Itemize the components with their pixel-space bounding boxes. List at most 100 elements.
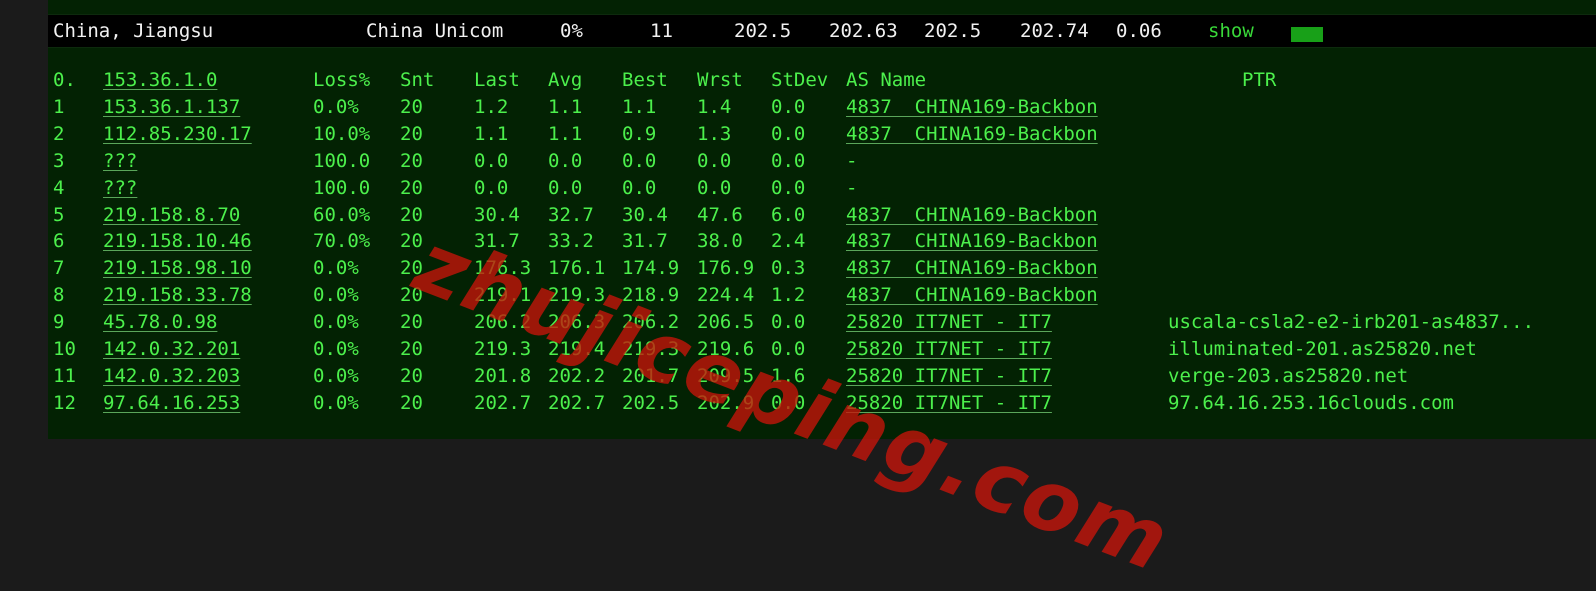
row-as-name: - xyxy=(846,149,858,172)
row-last: 0.0 xyxy=(474,149,509,172)
row-wrst: 176.9 xyxy=(697,257,755,280)
row-as-name[interactable]: 4837 CHINA169-Backbon xyxy=(846,229,1098,253)
row-host[interactable]: 112.85.230.17 xyxy=(103,122,252,146)
header-snt: Snt xyxy=(400,69,435,91)
row-last: 1.1 xyxy=(474,122,509,145)
row-wrst: 206.5 xyxy=(697,311,755,334)
row-ptr: uscala-csla2-e2-irb201-as4837... xyxy=(1168,311,1535,334)
row-stdev: 0.0 xyxy=(771,122,806,145)
summary-value-4: 202.74 xyxy=(1020,20,1089,42)
header-wrst: Wrst xyxy=(697,69,743,91)
row-stdev: 6.0 xyxy=(771,203,806,226)
row-host[interactable]: 219.158.10.46 xyxy=(103,229,252,253)
row-snt: 20 xyxy=(400,257,423,280)
row-as-name[interactable]: 25820 IT7NET - IT7 xyxy=(846,364,1052,388)
row-stdev: 0.3 xyxy=(771,257,806,280)
row-loss: 100.0 xyxy=(313,176,371,199)
header-host[interactable]: 153.36.1.0 xyxy=(103,68,217,92)
row-loss: 0.0% xyxy=(313,391,359,414)
row-hop: 10 xyxy=(53,338,76,360)
row-wrst: 0.0 xyxy=(697,149,732,172)
header-avg: Avg xyxy=(548,69,583,91)
row-avg: 202.7 xyxy=(548,391,606,414)
row-avg: 206.3 xyxy=(548,311,606,334)
row-best: 174.9 xyxy=(622,257,680,280)
row-snt: 20 xyxy=(400,203,423,226)
row-snt: 20 xyxy=(400,176,423,199)
show-button[interactable]: show xyxy=(1208,19,1254,43)
row-hop: 8 xyxy=(53,284,65,307)
row-avg: 33.2 xyxy=(548,230,594,253)
row-wrst: 219.6 xyxy=(697,338,755,360)
row-snt: 20 xyxy=(400,364,423,387)
row-host[interactable]: 45.78.0.98 xyxy=(103,310,217,334)
summary-value-1: 202.5 xyxy=(734,20,792,42)
row-loss: 10.0% xyxy=(313,122,371,145)
row-best: 0.0 xyxy=(622,149,657,172)
row-as-name[interactable]: 25820 IT7NET - IT7 xyxy=(846,337,1052,361)
row-hop: 3 xyxy=(53,149,65,172)
row-host[interactable]: ??? xyxy=(103,176,137,200)
row-last: 1.2 xyxy=(474,95,509,118)
row-hop: 2 xyxy=(53,122,65,145)
row-avg: 176.1 xyxy=(548,257,606,280)
row-last: 176.3 xyxy=(474,257,532,280)
row-hop: 12 xyxy=(53,391,76,414)
row-snt: 20 xyxy=(400,149,423,172)
row-as-name[interactable]: 4837 CHINA169-Backbon xyxy=(846,203,1098,227)
summary-hops: 11 xyxy=(650,20,673,42)
row-avg: 0.0 xyxy=(548,176,583,199)
row-host[interactable]: 142.0.32.201 xyxy=(103,337,240,361)
row-best: 202.5 xyxy=(622,391,680,414)
row-as-name[interactable]: 4837 CHINA169-Backbon xyxy=(846,122,1098,146)
row-stdev: 0.0 xyxy=(771,338,806,360)
row-loss: 100.0 xyxy=(313,149,371,172)
header-ptr: PTR xyxy=(1242,69,1277,91)
row-host[interactable]: 219.158.98.10 xyxy=(103,256,252,280)
row-hop: 7 xyxy=(53,257,65,280)
summary-location: China, Jiangsu xyxy=(53,20,214,42)
row-snt: 20 xyxy=(400,122,423,145)
row-best: 0.9 xyxy=(622,122,657,145)
row-hop: 6 xyxy=(53,230,65,253)
row-host[interactable]: ??? xyxy=(103,149,137,173)
row-last: 206.2 xyxy=(474,311,532,334)
summary-isp: China Unicom xyxy=(366,20,504,42)
row-best: 30.4 xyxy=(622,203,668,226)
row-best: 31.7 xyxy=(622,230,668,253)
row-snt: 20 xyxy=(400,284,423,307)
row-host[interactable]: 219.158.8.70 xyxy=(103,203,240,227)
row-avg: 1.1 xyxy=(548,95,583,118)
header-hop: 0. xyxy=(53,69,76,91)
row-stdev: 0.0 xyxy=(771,149,806,172)
row-as-name[interactable]: 4837 CHINA169-Backbon xyxy=(846,95,1098,119)
row-wrst: 209.5 xyxy=(697,364,755,387)
row-wrst: 202.9 xyxy=(697,391,755,414)
row-best: 201.7 xyxy=(622,364,680,387)
row-host[interactable]: 219.158.33.78 xyxy=(103,283,252,307)
row-loss: 70.0% xyxy=(313,230,371,253)
row-last: 219.1 xyxy=(474,284,532,307)
row-as-name[interactable]: 25820 IT7NET - IT7 xyxy=(846,310,1052,334)
row-hop: 4 xyxy=(53,176,65,199)
row-as-name[interactable]: 4837 CHINA169-Backbon xyxy=(846,283,1098,307)
row-as-name[interactable]: 25820 IT7NET - IT7 xyxy=(846,391,1052,415)
row-stdev: 0.0 xyxy=(771,95,806,118)
summary-row: China, Jiangsu China Unicom 0% 11 202.5 … xyxy=(48,14,1596,48)
row-wrst: 0.0 xyxy=(697,176,732,199)
row-host[interactable]: 142.0.32.203 xyxy=(103,364,240,388)
row-host[interactable]: 153.36.1.137 xyxy=(103,95,240,119)
row-as-name[interactable]: 4837 CHINA169-Backbon xyxy=(846,256,1098,280)
row-stdev: 0.0 xyxy=(771,176,806,199)
row-snt: 20 xyxy=(400,338,423,360)
row-last: 219.3 xyxy=(474,338,532,360)
row-avg: 202.2 xyxy=(548,364,606,387)
row-stdev: 0.0 xyxy=(771,391,806,414)
row-best: 1.1 xyxy=(622,95,657,118)
row-wrst: 47.6 xyxy=(697,203,743,226)
row-ptr: verge-203.as25820.net xyxy=(1168,364,1409,387)
header-loss: Loss% xyxy=(313,69,371,91)
row-best: 0.0 xyxy=(622,176,657,199)
row-loss: 0.0% xyxy=(313,95,359,118)
row-host[interactable]: 97.64.16.253 xyxy=(103,391,240,415)
